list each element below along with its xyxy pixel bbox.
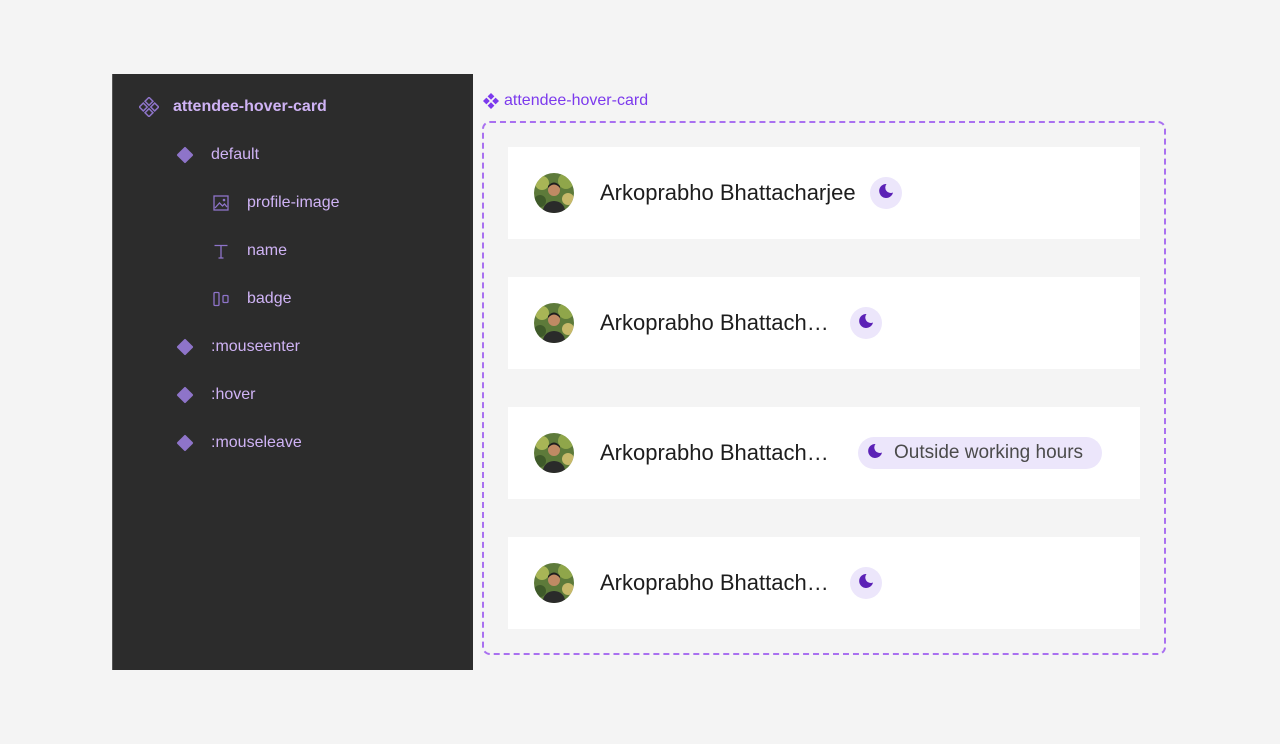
status-badge[interactable] <box>850 307 882 339</box>
image-icon <box>211 193 231 213</box>
hover-card-mouseleave[interactable]: Arkoprabho Bhattacharjee <box>508 537 1140 629</box>
text-icon <box>211 241 231 261</box>
status-badge[interactable] <box>869 177 902 209</box>
moon-icon <box>857 312 875 335</box>
layer-label: name <box>247 242 288 259</box>
layer-label: :hover <box>211 386 256 403</box>
profile-image <box>534 173 574 213</box>
layer-mouseenter[interactable]: :mouseenter <box>175 335 300 359</box>
status-badge[interactable]: Outside working hours <box>858 437 1103 469</box>
layer-label: default <box>211 146 260 163</box>
moon-icon <box>866 442 884 465</box>
hover-card-hover[interactable]: Arkoprabho Bhattacharjee Outside working… <box>508 407 1140 499</box>
layer-label: :mouseleave <box>211 434 302 451</box>
moon-icon <box>877 182 895 205</box>
frame-label[interactable]: attendee-hover-card <box>483 91 648 111</box>
layer-default[interactable]: default <box>175 143 259 167</box>
attendee-name: Arkoprabho Bhattacharjee <box>600 180 856 205</box>
layers-panel: attendee-hover-card default profile-imag… <box>112 74 473 670</box>
layer-name[interactable]: name <box>211 239 287 263</box>
layer-root-attendee-hover-card[interactable]: attendee-hover-card <box>139 95 327 119</box>
moon-icon <box>857 572 875 595</box>
layer-mouseleave[interactable]: :mouseleave <box>175 431 302 455</box>
layer-profile-image[interactable]: profile-image <box>211 191 339 215</box>
attendee-name: Arkoprabho Bhattacharjee <box>600 570 836 595</box>
attendee-name: Arkoprabho Bhattacharjee <box>600 310 836 335</box>
component-icon <box>175 337 195 357</box>
frame-label-text: attendee-hover-card <box>504 92 649 109</box>
layer-label: badge <box>247 290 292 307</box>
profile-image <box>534 303 574 343</box>
profile-image <box>534 563 574 603</box>
profile-image <box>534 433 574 473</box>
layer-badge[interactable]: badge <box>211 287 292 311</box>
status-badge-text: Outside working hours <box>894 442 1084 463</box>
component-icon <box>175 145 195 165</box>
layer-label: profile-image <box>247 194 340 211</box>
component-icon <box>175 385 195 405</box>
component-icon <box>175 433 195 453</box>
component-set-icon <box>483 93 499 109</box>
hover-card-mouseenter[interactable]: Arkoprabho Bhattacharjee <box>508 277 1140 369</box>
hover-card-default[interactable]: Arkoprabho Bhattacharjee <box>508 147 1140 239</box>
attendee-name: Arkoprabho Bhattacharjee <box>600 440 836 465</box>
layer-label: :mouseenter <box>211 338 300 355</box>
auto-layout-icon <box>211 289 231 309</box>
layer-hover[interactable]: :hover <box>175 383 255 407</box>
status-badge[interactable] <box>850 567 882 599</box>
layer-label: attendee-hover-card <box>173 98 327 115</box>
component-set-icon <box>139 97 159 117</box>
